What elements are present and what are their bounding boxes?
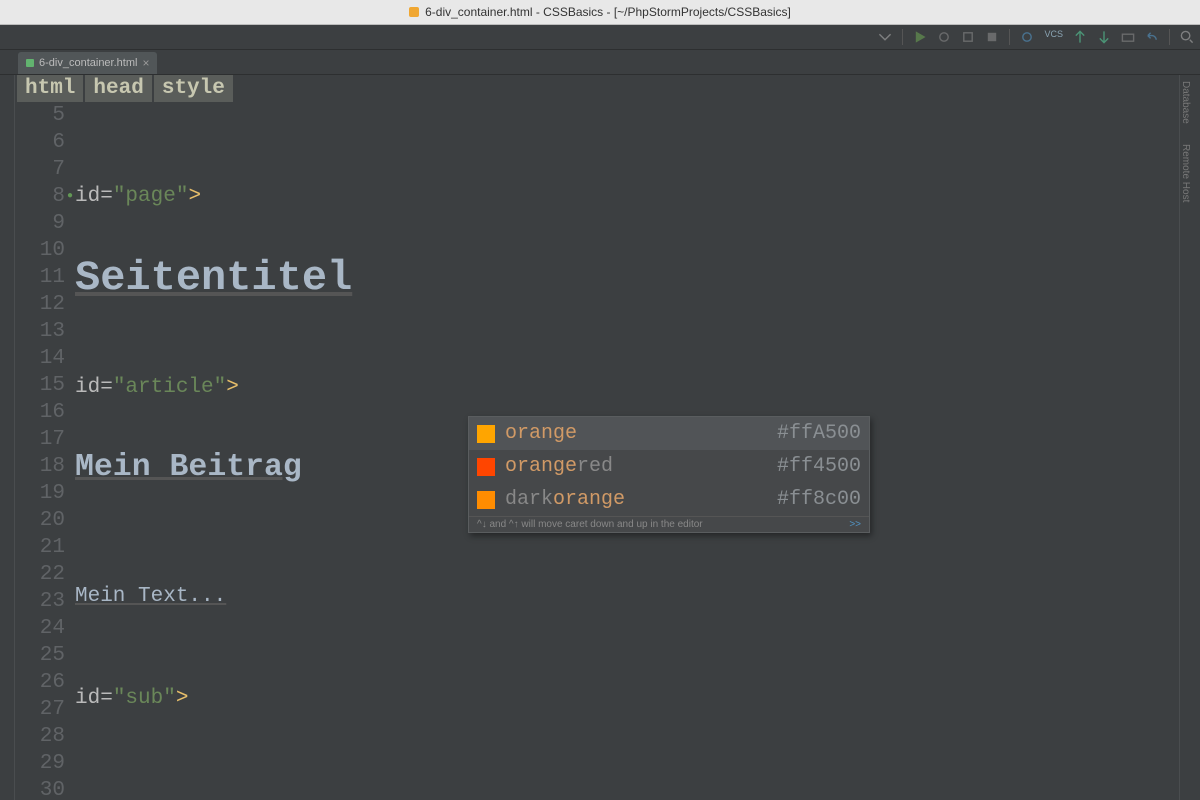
main-toolbar: VCS — [0, 25, 1200, 50]
coverage-icon[interactable] — [961, 30, 975, 44]
crumb[interactable]: html — [17, 75, 83, 102]
vcs-label: VCS — [1044, 29, 1063, 39]
separator — [1009, 29, 1010, 45]
autocomplete-popup[interactable]: orange #ffA500 orangered #ff4500 darkora… — [468, 416, 870, 533]
file-tab[interactable]: 6-div_container.html × — [18, 52, 157, 74]
hint-link[interactable]: >> — [849, 519, 861, 530]
stop-icon[interactable] — [985, 30, 999, 44]
debug-icon[interactable] — [937, 30, 951, 44]
crumb[interactable]: style — [154, 75, 233, 102]
window-titlebar: 6-div_container.html - CSSBasics - [~/Ph… — [0, 0, 1200, 25]
color-swatch — [477, 458, 495, 476]
tool-window-tab[interactable]: Database — [1180, 81, 1191, 124]
undo-icon[interactable] — [1145, 30, 1159, 44]
autocomplete-item[interactable]: darkorange #ff8c00 — [469, 483, 869, 516]
color-swatch — [477, 491, 495, 509]
dropdown-icon[interactable] — [878, 30, 892, 44]
autocomplete-item[interactable]: orangered #ff4500 — [469, 450, 869, 483]
window-title: 6-div_container.html - CSSBasics - [~/Ph… — [425, 5, 791, 19]
tab-label: 6-div_container.html — [39, 57, 137, 69]
color-swatch — [477, 425, 495, 443]
autocomplete-hint: ^↓ and ^↑ will move caret down and up in… — [469, 516, 869, 532]
autocomplete-item[interactable]: orange #ffA500 — [469, 417, 869, 450]
separator — [902, 29, 903, 45]
editor-tabs: 6-div_container.html × — [0, 50, 1200, 75]
code-area[interactable]: 5678●91011121314151617181920212223242526… — [15, 102, 1179, 800]
file-type-icon — [26, 59, 34, 67]
vcs-update-icon[interactable] — [1073, 30, 1087, 44]
editor[interactable]: html head style 5678●9101112131415161718… — [15, 75, 1179, 800]
left-gutter — [0, 75, 15, 800]
line-numbers: 5678●91011121314151617181920212223242526… — [15, 102, 75, 800]
right-rail: Database Remote Host — [1179, 75, 1200, 800]
vcs-history-icon[interactable] — [1121, 30, 1135, 44]
breadcrumb: html head style — [15, 75, 1179, 102]
separator — [1169, 29, 1170, 45]
run-icon[interactable] — [913, 30, 927, 44]
vcs-commit-icon[interactable] — [1097, 30, 1111, 44]
tool-window-tab[interactable]: Remote Host — [1180, 144, 1191, 202]
app-icon — [409, 7, 419, 17]
search-icon[interactable] — [1180, 30, 1194, 44]
close-icon[interactable]: × — [142, 56, 149, 70]
crumb[interactable]: head — [85, 75, 151, 102]
sync-icon[interactable] — [1020, 30, 1034, 44]
